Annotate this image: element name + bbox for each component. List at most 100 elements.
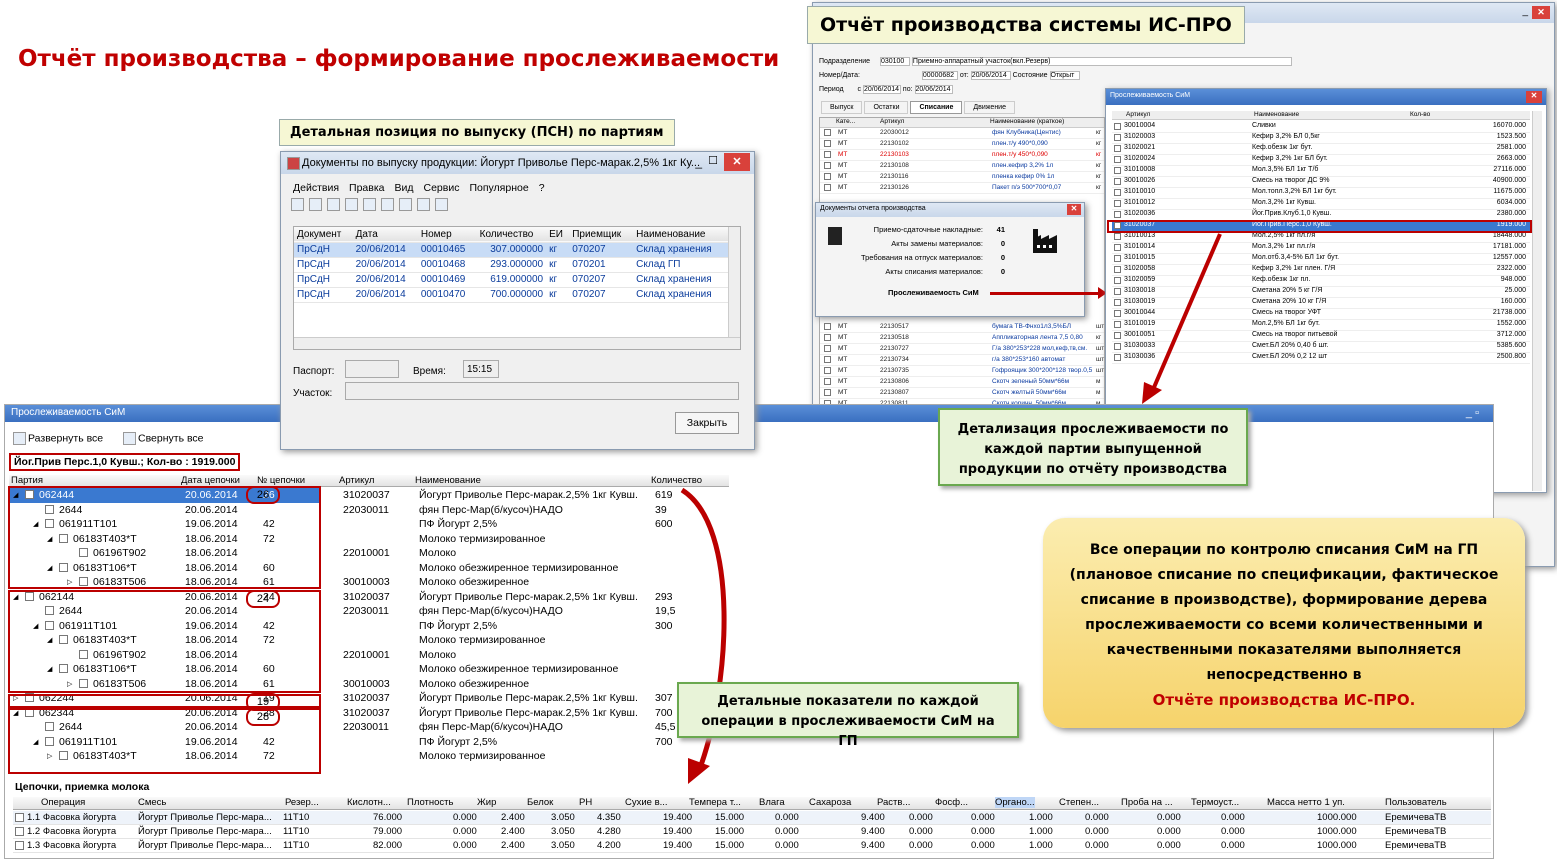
material-row[interactable]: МТ 22130102 плен.т/у 490*0,090 кг: [820, 139, 1104, 150]
checkbox[interactable]: [824, 162, 831, 169]
menu-item[interactable]: Популярное: [469, 182, 528, 194]
trace-list-close-icon[interactable]: ✕: [1526, 91, 1542, 103]
checkbox[interactable]: [1114, 244, 1121, 251]
checkbox[interactable]: [1114, 167, 1121, 174]
op-col-header[interactable]: Влага: [759, 797, 785, 808]
op-col-header[interactable]: Органо...: [995, 797, 1035, 808]
edit-icon[interactable]: [291, 198, 304, 211]
col-name[interactable]: Наименование (краткое): [990, 118, 1064, 125]
trace-list-row[interactable]: 30010004 Сливки 16070.000: [1112, 122, 1530, 133]
date-field[interactable]: 20/06/2014: [970, 71, 1011, 80]
checkbox[interactable]: [824, 129, 831, 136]
col-naimenovanie[interactable]: Наименование: [1254, 111, 1299, 118]
filter-icon[interactable]: [381, 198, 394, 211]
docs-row[interactable]: ПрСдН 20/06/2014 00010468 293.000000 кг 07020…: [294, 257, 728, 273]
checkbox[interactable]: [1114, 343, 1121, 350]
preview-icon[interactable]: [363, 198, 376, 211]
op-col-header[interactable]: Белок: [527, 797, 553, 808]
op-col-header[interactable]: Резер...: [285, 797, 319, 808]
op-col-header[interactable]: Фосф...: [935, 797, 968, 808]
operation-row[interactable]: 1.2 Фасовка йогурта Йогурт Приволье Перс-…: [13, 825, 1491, 839]
docs-col-header[interactable]: Количество: [476, 227, 547, 243]
checkbox[interactable]: [1114, 145, 1121, 152]
subdiv-code-field[interactable]: 030100: [879, 57, 910, 66]
docs-col-header[interactable]: Дата: [352, 227, 418, 243]
trace-list-row[interactable]: 31010012 Мол.3,2% 1кг Кувш. 6034.000: [1112, 199, 1530, 210]
checkbox[interactable]: [824, 173, 831, 180]
docs-v-scrollbar[interactable]: [728, 227, 740, 337]
trace-list-row[interactable]: 31020021 Кеф.обезж 1кг бут. 2581.000: [1112, 144, 1530, 155]
popup-close-icon[interactable]: ✕: [1067, 204, 1081, 215]
checkbox[interactable]: [1114, 123, 1121, 130]
col-artikul[interactable]: Артикул: [1126, 111, 1150, 118]
minimize-icon[interactable]: _: [1522, 6, 1528, 17]
main-window-controls[interactable]: _ ▫: [1466, 407, 1479, 419]
checkbox[interactable]: [1114, 332, 1121, 339]
trace-list-row[interactable]: 31010010 Мол.топл.3,2% БЛ 1кг бут. 11675.0…: [1112, 188, 1530, 199]
op-col-header[interactable]: Кислотн...: [347, 797, 391, 808]
material-row[interactable]: МТ 22030012 фян Клубника(Центис) кг: [820, 128, 1104, 139]
checkbox[interactable]: [1114, 321, 1121, 328]
op-col-header[interactable]: Термоуст...: [1191, 797, 1239, 808]
checkbox[interactable]: [15, 841, 24, 850]
area-field[interactable]: [345, 382, 739, 400]
checkbox[interactable]: [1114, 288, 1121, 295]
close-button[interactable]: Закрыть: [675, 412, 739, 434]
state-field[interactable]: Открыт: [1049, 71, 1080, 80]
op-col-header[interactable]: Проба на ...: [1121, 797, 1173, 808]
checkbox[interactable]: [824, 378, 831, 385]
col-data-cepochki[interactable]: Дата цепочки: [181, 475, 240, 486]
checkbox[interactable]: [1114, 189, 1121, 196]
op-col-header[interactable]: PH: [579, 797, 592, 808]
subdiv-name-field[interactable]: Приемно-аппаратный участок(вкл.Резерв): [911, 57, 1292, 66]
material-row[interactable]: МТ 22130108 плен.кефир 3,2% 1л кг: [820, 161, 1104, 172]
delete-icon[interactable]: [309, 198, 322, 211]
col-kolichestvo[interactable]: Количество: [651, 475, 702, 486]
passport-field[interactable]: [345, 360, 399, 378]
trace-list-row[interactable]: 31020003 Кефир 3,2% БЛ 0,5кг 1523.500: [1112, 133, 1530, 144]
menu-item[interactable]: Вид: [394, 182, 413, 194]
trace-list-scrollbar[interactable]: [1532, 111, 1542, 491]
op-col-header[interactable]: Сахароза: [809, 797, 851, 808]
checkbox[interactable]: [824, 389, 831, 396]
checkbox[interactable]: [824, 184, 831, 191]
checkbox[interactable]: [824, 323, 831, 330]
menu-item[interactable]: Действия: [293, 182, 339, 194]
checkbox[interactable]: [1114, 277, 1121, 284]
clear-filter-icon[interactable]: [399, 198, 412, 211]
export-icon[interactable]: [435, 198, 448, 211]
checkbox[interactable]: [1114, 200, 1121, 207]
op-col-header[interactable]: Степен...: [1059, 797, 1099, 808]
tab-vypusk[interactable]: Выпуск: [821, 101, 863, 114]
operation-row[interactable]: 1.3 Фасовка йогурта Йогурт Приволье Перс-…: [13, 839, 1491, 853]
checkbox[interactable]: [1114, 178, 1121, 185]
material-row[interactable]: МТ 22130126 Пакет п/э 500*700*0,07 кг: [820, 183, 1104, 194]
op-col-header[interactable]: Операция: [41, 797, 85, 808]
checkbox[interactable]: [1114, 255, 1121, 262]
col-partiya[interactable]: Партия: [11, 475, 43, 486]
docs-close-icon[interactable]: ✕: [724, 153, 750, 171]
col-article[interactable]: Артикул: [880, 118, 904, 125]
num-field[interactable]: 00000682: [921, 71, 958, 80]
docs-col-header[interactable]: Приемщик: [569, 227, 634, 243]
close-icon[interactable]: ✕: [1532, 6, 1550, 19]
expand-all-button[interactable]: Развернуть все: [13, 432, 103, 445]
docs-col-header[interactable]: Наименование: [633, 227, 728, 243]
col-category[interactable]: Кате...: [836, 118, 855, 125]
material-row[interactable]: МТ 22130806 Скотч зеленый 50мм*66м м: [820, 377, 1104, 388]
checkbox[interactable]: [1114, 299, 1121, 306]
material-row[interactable]: МТ 22130734 г/а 380*253*160 автомат шт: [820, 355, 1104, 366]
op-col-header[interactable]: Плотность: [407, 797, 453, 808]
find-icon[interactable]: [327, 198, 340, 211]
col-naimenovanie-main[interactable]: Наименование: [415, 475, 481, 486]
checkbox[interactable]: [824, 151, 831, 158]
checkbox[interactable]: [824, 367, 831, 374]
material-row[interactable]: МТ 22130807 Скотч желтый 50мм*66м м: [820, 388, 1104, 399]
docs-row[interactable]: ПрСдН 20/06/2014 00010469 619.000000 кг 07020…: [294, 272, 728, 288]
menu-item[interactable]: ?: [539, 182, 545, 194]
col-nomer-cepochki[interactable]: № цепочки: [257, 475, 305, 486]
trace-list-row[interactable]: 30010026 Смесь на творог ДС 9% 40900.000: [1112, 177, 1530, 188]
checkbox[interactable]: [824, 140, 831, 147]
docs-minimize-icon[interactable]: _: [695, 155, 702, 169]
checkbox[interactable]: [824, 334, 831, 341]
